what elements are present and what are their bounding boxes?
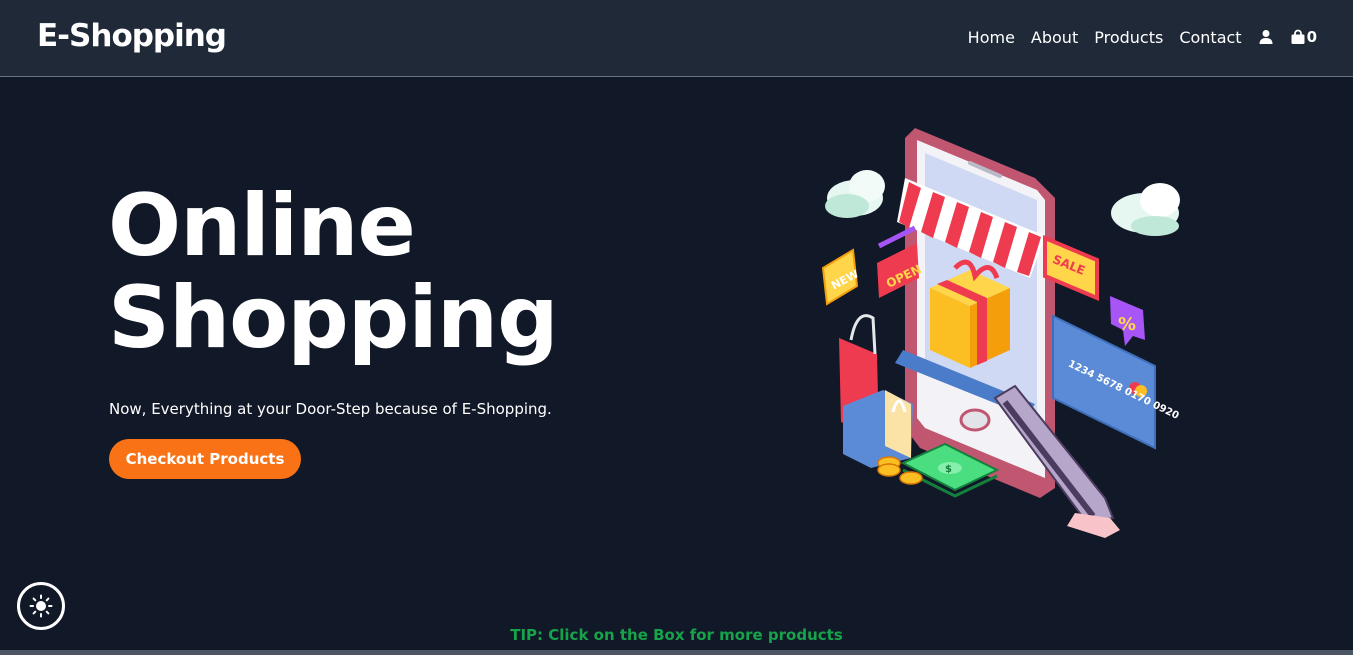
sun-icon [29,594,53,618]
svg-text:%: % [1118,314,1136,335]
shopping-bag-icon [1291,29,1305,44]
svg-text:$: $ [945,464,952,475]
hero-title-line1: Online [108,176,416,276]
nav-products-link[interactable]: Products [1094,28,1163,47]
tip-text: TIP: Click on the Box for more products [510,626,843,644]
cart-button[interactable]: 0 [1290,28,1317,46]
nav-about-link[interactable]: About [1031,28,1078,47]
bottom-scrollbar[interactable] [0,650,1353,655]
shopping-bag-icon [839,314,913,468]
brand-logo[interactable]: E-Shopping [37,18,227,54]
nav-home-link[interactable]: Home [968,28,1015,47]
percent-badge: % [1110,296,1145,346]
nav-links: Home About Products Contact 0 [968,24,1317,50]
cloud-icon [1111,183,1180,236]
hero-subtitle: Now, Everything at your Door-Step becaus… [109,400,552,418]
checkout-products-button[interactable]: Checkout Products [109,439,301,479]
hero-title-line2: Shopping [108,268,559,368]
new-sign: NEW [821,248,861,306]
hero-title: Online Shopping [108,176,559,368]
user-icon[interactable] [1258,29,1274,45]
navbar: E-Shopping Home About Products Contact 0 [0,0,1353,77]
shopping-illustration[interactable]: NEW OPEN SALE % 1234 5678 0170 0920 $ [805,118,1190,543]
cloud-icon [825,170,885,218]
cart-count: 0 [1306,28,1317,46]
theme-toggle-button[interactable] [17,582,65,630]
nav-contact-link[interactable]: Contact [1179,28,1241,47]
